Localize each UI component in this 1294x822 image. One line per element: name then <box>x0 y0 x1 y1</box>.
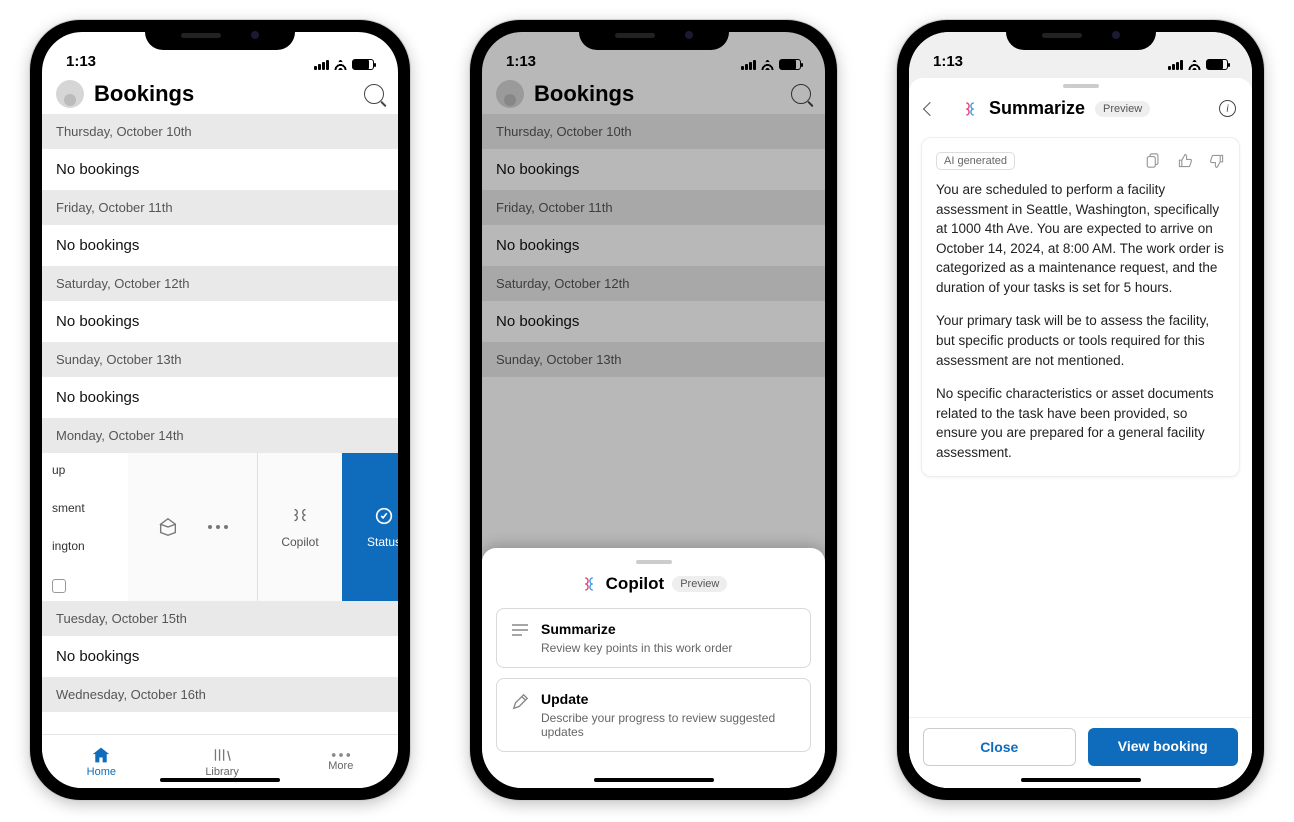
copilot-logo-icon <box>961 100 979 118</box>
no-bookings: No bookings <box>42 377 398 418</box>
card-title: Update <box>541 691 588 707</box>
summarize-title: Summarize <box>989 98 1085 119</box>
summarize-card[interactable]: Summarize Review key points in this work… <box>496 608 811 668</box>
day-header: Monday, October 14th <box>42 418 398 453</box>
peek-text: ington <box>52 537 122 555</box>
wifi-icon <box>333 59 348 70</box>
day-header: Saturday, October 12th <box>42 266 398 301</box>
status-time: 1:13 <box>66 53 96 70</box>
view-booking-button[interactable]: View booking <box>1088 728 1239 766</box>
home-indicator[interactable] <box>160 778 280 782</box>
no-bookings: No bookings <box>42 149 398 190</box>
status-time: 1:13 <box>933 53 963 70</box>
copilot-label: Copilot <box>281 535 318 549</box>
bookings-list[interactable]: Thursday, October 10th No bookings Frida… <box>42 114 398 740</box>
day-header: Wednesday, October 16th <box>42 677 398 712</box>
card-subtitle: Describe your progress to review suggest… <box>541 711 796 739</box>
notch <box>579 20 729 50</box>
summarize-header: Summarize Preview <box>909 94 1252 131</box>
notch <box>145 20 295 50</box>
card-subtitle: Review key points in this work order <box>541 641 732 655</box>
status-indicators <box>1168 59 1228 70</box>
day-header: Tuesday, October 15th <box>42 601 398 636</box>
peek-text: up <box>52 461 122 479</box>
tab-label: Home <box>87 766 116 778</box>
summary-paragraph: No specific characteristics or asset doc… <box>936 384 1225 462</box>
home-indicator[interactable] <box>594 778 714 782</box>
update-icon <box>511 693 529 711</box>
copilot-icon <box>289 505 311 527</box>
phone-2: 1:13 Bookings Thursday, October 10th No … <box>470 20 837 800</box>
peek-text: sment <box>52 499 122 517</box>
summary-paragraph: Your primary task will be to assess the … <box>936 311 1225 370</box>
home-icon <box>91 746 111 764</box>
thumbs-up-icon[interactable] <box>1177 153 1193 169</box>
copy-icon[interactable] <box>1146 153 1161 169</box>
battery-icon <box>1206 59 1228 70</box>
card-title: Summarize <box>541 621 616 637</box>
preview-badge: Preview <box>672 576 727 592</box>
summary-paragraph: You are scheduled to perform a facility … <box>936 180 1225 297</box>
no-bookings: No bookings <box>42 301 398 342</box>
address-tag-icon <box>52 579 66 593</box>
avatar-icon[interactable] <box>56 80 84 108</box>
summarize-icon <box>511 623 529 637</box>
tab-label: More <box>328 760 353 772</box>
status-indicators <box>314 59 374 70</box>
copilot-header: Copilot Preview <box>496 574 811 594</box>
copilot-title: Copilot <box>606 574 665 594</box>
booking-row-swiped[interactable]: up sment ington Copilot <box>42 453 398 601</box>
summarize-panel: Summarize Preview AI generated <box>909 78 1252 788</box>
update-card[interactable]: Update Describe your progress to review … <box>496 678 811 752</box>
more-icon <box>331 752 351 758</box>
signal-icon <box>314 60 329 70</box>
copilot-action[interactable]: Copilot <box>258 453 342 601</box>
search-icon[interactable] <box>364 84 384 104</box>
notch <box>1006 20 1156 50</box>
page-title: Bookings <box>94 81 354 107</box>
status-action[interactable]: Status <box>342 453 398 601</box>
home-indicator[interactable] <box>1021 778 1141 782</box>
move-action[interactable] <box>157 516 179 538</box>
sheet-grabber[interactable] <box>636 560 672 564</box>
status-label: Status <box>367 535 398 549</box>
page-header: Bookings <box>42 72 398 114</box>
ai-generated-badge: AI generated <box>936 152 1015 170</box>
sheet-grabber[interactable] <box>1063 84 1099 88</box>
library-icon <box>212 746 232 764</box>
copilot-sheet: Copilot Preview Summarize Review key poi… <box>482 548 825 788</box>
thumbs-down-icon[interactable] <box>1209 153 1225 169</box>
move-icon <box>157 516 179 538</box>
back-icon[interactable] <box>923 101 937 115</box>
day-header: Sunday, October 13th <box>42 342 398 377</box>
wifi-icon <box>1187 59 1202 70</box>
battery-icon <box>352 59 374 70</box>
preview-badge: Preview <box>1095 101 1150 117</box>
day-header: Friday, October 11th <box>42 190 398 225</box>
tab-label: Library <box>205 766 239 778</box>
tab-home[interactable]: Home <box>87 746 116 778</box>
summary-card: AI generated <box>921 137 1240 477</box>
feedback-actions <box>1146 153 1225 169</box>
more-action[interactable] <box>207 524 229 530</box>
day-header: Thursday, October 10th <box>42 114 398 149</box>
tab-library[interactable]: Library <box>205 746 239 778</box>
swipe-secondary-actions <box>128 453 258 601</box>
no-bookings: No bookings <box>42 636 398 677</box>
phone-1: 1:13 Bookings Thursday, October 10th No … <box>30 20 410 800</box>
signal-icon <box>1168 60 1183 70</box>
tab-more[interactable]: More <box>328 752 353 772</box>
close-button[interactable]: Close <box>923 728 1076 766</box>
phone-3: 1:13 Summarize Preview <box>897 20 1264 800</box>
status-icon <box>373 505 395 527</box>
no-bookings: No bookings <box>42 225 398 266</box>
info-icon[interactable] <box>1219 100 1236 117</box>
booking-card-peek[interactable]: up sment ington <box>42 453 128 601</box>
copilot-logo-icon <box>580 575 598 593</box>
more-icon <box>207 524 229 530</box>
